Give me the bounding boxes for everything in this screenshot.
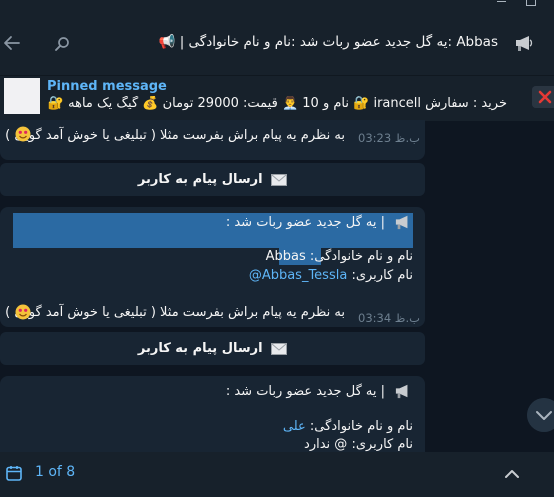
envelope-icon (271, 342, 288, 355)
chevron-up-icon[interactable] (503, 465, 521, 483)
username-label: نام کاربری: (351, 437, 413, 452)
name-value: علی (282, 419, 306, 434)
message-time: ب.ظ 03:34 (358, 311, 420, 325)
maximize-icon[interactable] (526, 0, 536, 6)
message-line: | یه گل جدید عضو ربات شد : (225, 215, 385, 230)
message-bubble: | یه گل جدید عضو ربات شد : نام و نام خان… (0, 376, 425, 452)
message-bubble: به نظرم یه پیام براش بفرست مثلا ( تبلیغی… (0, 120, 425, 160)
name-row: نام و نام خانوادگی: علی (283, 419, 413, 434)
username-value: @ ندارد (304, 437, 348, 452)
message-text: به نظرم یه پیام براش بفرست مثلا ( تبلیغی… (5, 128, 345, 143)
username-link[interactable]: @Abbas_Tessla (249, 268, 348, 283)
username-row: نام کاربری: @ ندارد (304, 437, 413, 452)
message-bubble: | یه گل جدید عضو ربات شد : نام و نام خان… (0, 207, 425, 327)
pinned-thumbnail (4, 78, 40, 114)
username-row: نام کاربری: @Abbas_Tessla (249, 268, 413, 283)
message-list[interactable]: به نظرم یه پیام براش بفرست مثلا ( تبلیغی… (0, 120, 554, 452)
chat-header: Abbas :یه گل جدید عضو ربات شد :نام و نام… (0, 12, 554, 75)
window-top-strip (0, 0, 554, 12)
pinned-message-bar[interactable]: Pinned message خرید : سفارش irancell 🔐 ن… (0, 75, 554, 121)
minimize-icon[interactable] (497, 1, 506, 2)
search-results-bar: 1 of 8 (0, 452, 554, 497)
send-message-to-user-button[interactable]: ارسال پیام به کاربر (0, 163, 425, 196)
search-icon[interactable] (54, 36, 70, 52)
close-icon[interactable] (532, 86, 554, 108)
message-text: به نظرم یه پیام براش بفرست مثلا ( تبلیغی… (5, 305, 345, 320)
megaphone-icon (395, 215, 408, 230)
message-line: | یه گل جدید عضو ربات شد : (225, 384, 385, 399)
calendar-icon[interactable] (6, 465, 22, 481)
envelope-icon (271, 173, 288, 186)
name-value: Abbas (265, 249, 306, 264)
smiling-face-icon (15, 304, 31, 320)
pinned-title: Pinned message (47, 79, 167, 94)
header-title: Abbas :یه گل جدید عضو ربات شد :نام و نام… (158, 34, 498, 50)
username-label: نام کاربری: (351, 268, 413, 283)
name-row: نام و نام خانوادگی: Abbas (266, 249, 413, 264)
back-arrow-icon[interactable] (3, 34, 21, 52)
button-label: ارسال پیام به کاربر (137, 172, 263, 187)
button-label: ارسال پیام به کاربر (137, 341, 263, 356)
pinned-text: خرید : سفارش irancell 🔐 نام و 10 👨‍💼 قیم… (47, 96, 507, 111)
message-time: ب.ظ 03:23 (358, 131, 420, 145)
megaphone-icon (395, 384, 408, 399)
name-label: نام و نام خانوادگی: (309, 419, 413, 434)
megaphone-icon (516, 36, 533, 51)
name-label: نام و نام خانوادگی: (309, 249, 413, 264)
smiling-face-icon (15, 126, 31, 142)
send-message-to-user-button[interactable]: ارسال پیام به کاربر (0, 332, 425, 365)
scroll-down-button[interactable] (527, 398, 554, 432)
result-counter: 1 of 8 (35, 464, 76, 480)
